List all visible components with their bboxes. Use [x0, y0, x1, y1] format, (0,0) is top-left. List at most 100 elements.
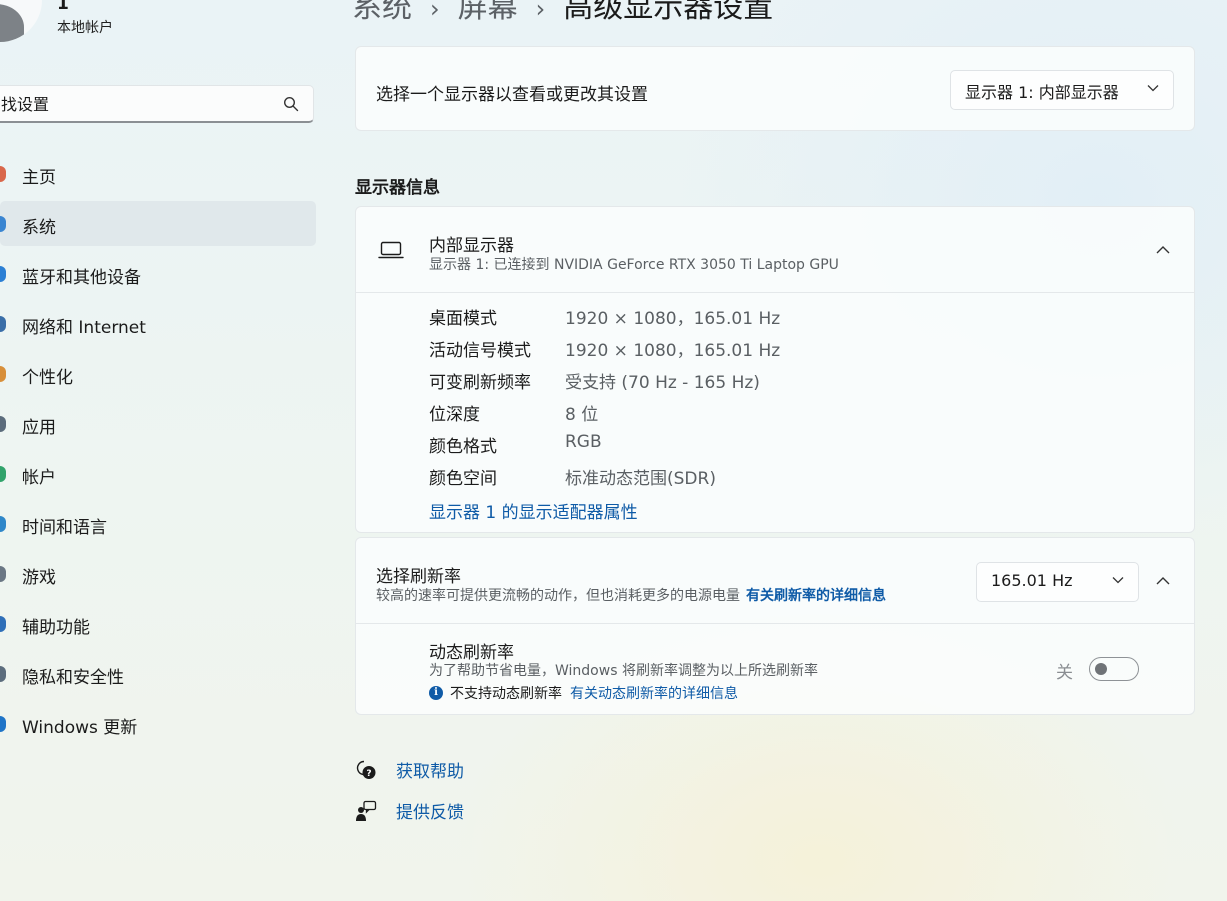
display-info-value: 8 位 — [565, 405, 599, 425]
gaming-icon — [0, 566, 6, 582]
display-select-value: 显示器 1: 内部显示器 — [965, 83, 1119, 102]
breadcrumb: 系统 › 屏幕 › 高级显示器设置 — [352, 0, 773, 26]
feedback-icon — [356, 800, 377, 821]
dynamic-refresh-toggle[interactable] — [1089, 657, 1139, 681]
display-info-value: 1920 × 1080，165.01 Hz — [565, 309, 781, 329]
refresh-rate-card: 选择刷新率 较高的速率可提供更流畅的动作，但也消耗更多的电源电量 有关刷新率的详细… — [355, 537, 1195, 715]
refresh-rate-value: 165.01 Hz — [991, 571, 1073, 590]
sidebar-item[interactable]: 个性化 — [0, 351, 316, 396]
breadcrumb-display[interactable]: 屏幕 — [458, 0, 518, 25]
display-connection-subtitle: 显示器 1: 已连接到 NVIDIA GeForce RTX 3050 Ti L… — [429, 257, 839, 273]
dynamic-refresh-toggle-label: 关 — [1056, 663, 1073, 683]
dynamic-refresh-unsupported-text: 不支持动态刷新率 — [450, 686, 562, 702]
user-name: 1 — [57, 0, 69, 14]
search-icon[interactable] — [283, 96, 299, 112]
sidebar-item-label: 应用 — [22, 418, 56, 438]
sidebar-item[interactable]: 辅助功能 — [0, 601, 316, 646]
sidebar-item-label: 帐户 — [22, 468, 56, 488]
dynamic-refresh-details-link[interactable]: 有关动态刷新率的详细信息 — [570, 683, 738, 703]
sidebar-item-label: 时间和语言 — [22, 518, 107, 538]
sidebar-item-label: Windows 更新 — [22, 718, 138, 738]
sidebar-item[interactable]: 帐户 — [0, 451, 316, 496]
sidebar-item-label: 隐私和安全性 — [22, 668, 124, 688]
display-name: 内部显示器 — [429, 236, 514, 256]
sidebar-item-label: 蓝牙和其他设备 — [22, 268, 141, 288]
sidebar-item[interactable]: Windows 更新 — [0, 701, 316, 746]
sidebar-item[interactable]: 应用 — [0, 401, 316, 446]
svg-text:?: ? — [366, 769, 371, 779]
breadcrumb-chevron-icon: › — [430, 0, 440, 23]
give-feedback-label: 提供反馈 — [396, 803, 464, 823]
display-info-value: 1920 × 1080，165.01 Hz — [565, 341, 781, 361]
sidebar-item[interactable]: 隐私和安全性 — [0, 651, 316, 696]
windows-update-icon — [0, 716, 6, 732]
display-info-key: 位深度 — [429, 405, 480, 425]
personalization-icon — [0, 366, 6, 382]
system-icon — [0, 216, 6, 232]
chevron-down-icon — [1147, 85, 1159, 92]
page-title: 高级显示器设置 — [563, 0, 774, 25]
display-info-key: 活动信号模式 — [429, 341, 531, 361]
display-info-key: 颜色格式 — [429, 437, 497, 457]
dynamic-refresh-description: 为了帮助节省电量，Windows 将刷新率调整为以上所选刷新率 — [429, 663, 818, 679]
sidebar-item[interactable]: 时间和语言 — [0, 501, 316, 546]
network-icon — [0, 316, 6, 332]
display-info-section-title: 显示器信息 — [355, 178, 440, 198]
give-feedback-link[interactable]: 提供反馈 — [355, 798, 464, 823]
refresh-rate-description-text: 较高的速率可提供更流畅的动作，但也消耗更多的电源电量 — [376, 588, 740, 604]
time-language-icon — [0, 516, 6, 532]
settings-search-input[interactable] — [1, 86, 271, 122]
get-help-label: 获取帮助 — [396, 762, 464, 782]
refresh-rate-dropdown[interactable]: 165.01 Hz — [976, 562, 1139, 602]
user-account-type: 本地帐户 — [57, 20, 113, 36]
display-info-header[interactable]: 内部显示器 显示器 1: 已连接到 NVIDIA GeForce RTX 305… — [356, 207, 1194, 293]
display-select-dropdown[interactable]: 显示器 1: 内部显示器 — [950, 70, 1174, 110]
display-adapter-properties-link[interactable]: 显示器 1 的显示适配器属性 — [429, 498, 638, 523]
sidebar-item-label: 个性化 — [22, 368, 73, 388]
toggle-knob — [1095, 663, 1107, 675]
laptop-icon — [378, 241, 404, 259]
refresh-rate-header: 选择刷新率 较高的速率可提供更流畅的动作，但也消耗更多的电源电量 有关刷新率的详细… — [356, 538, 1194, 624]
refresh-rate-details-link[interactable]: 有关刷新率的详细信息 — [746, 588, 886, 604]
home-icon — [0, 166, 6, 182]
avatar-body — [0, 4, 24, 42]
display-info-value: RGB — [565, 432, 602, 452]
sidebar-item-label: 网络和 Internet — [22, 318, 146, 338]
sidebar-item[interactable]: 游戏 — [0, 551, 316, 596]
display-info-card: 内部显示器 显示器 1: 已连接到 NVIDIA GeForce RTX 305… — [355, 206, 1195, 533]
sidebar-item[interactable]: 系统 — [0, 201, 316, 246]
settings-search-box[interactable] — [0, 85, 314, 123]
apps-icon — [0, 416, 6, 432]
sidebar-item[interactable]: 网络和 Internet — [0, 301, 316, 346]
info-icon: i — [429, 686, 443, 700]
get-help-link[interactable]: ? 获取帮助 — [355, 757, 464, 782]
refresh-rate-title: 选择刷新率 — [376, 567, 461, 587]
dynamic-refresh-note: i 不支持动态刷新率 有关动态刷新率的详细信息 — [429, 683, 738, 703]
chevron-up-icon[interactable] — [1156, 245, 1170, 254]
sidebar-item-label: 系统 — [22, 218, 56, 238]
accounts-icon — [0, 466, 6, 482]
sidebar-item-label: 辅助功能 — [22, 618, 90, 638]
chevron-up-icon[interactable] — [1156, 576, 1170, 585]
accessibility-icon — [0, 616, 6, 632]
sidebar-item[interactable]: 蓝牙和其他设备 — [0, 251, 316, 296]
sidebar-item-label: 主页 — [22, 168, 56, 188]
display-select-card: 选择一个显示器以查看或更改其设置 显示器 1: 内部显示器 — [355, 46, 1195, 131]
sidebar-item-label: 游戏 — [22, 568, 56, 588]
breadcrumb-system[interactable]: 系统 — [352, 0, 412, 25]
display-select-label: 选择一个显示器以查看或更改其设置 — [376, 85, 648, 105]
sidebar-item[interactable]: 主页 — [0, 151, 316, 196]
user-avatar[interactable] — [0, 0, 42, 42]
sidebar-nav: 主页系统蓝牙和其他设备 网络和 Internet 个性化应用帐户时间和语言游戏辅助功… — [0, 151, 316, 751]
help-icon: ? — [356, 760, 376, 779]
display-info-key: 可变刷新频率 — [429, 373, 531, 393]
display-info-value: 受支持 (70 Hz - 165 Hz) — [565, 373, 760, 393]
display-info-key: 桌面模式 — [429, 309, 497, 329]
refresh-rate-description: 较高的速率可提供更流畅的动作，但也消耗更多的电源电量 有关刷新率的详细信息 — [376, 585, 886, 605]
privacy-icon — [0, 666, 6, 682]
display-info-key: 颜色空间 — [429, 469, 497, 489]
display-info-value: 标准动态范围(SDR) — [565, 469, 716, 489]
bluetooth-icon — [0, 266, 6, 282]
chevron-down-icon — [1112, 577, 1124, 584]
breadcrumb-chevron-icon: › — [535, 0, 546, 23]
